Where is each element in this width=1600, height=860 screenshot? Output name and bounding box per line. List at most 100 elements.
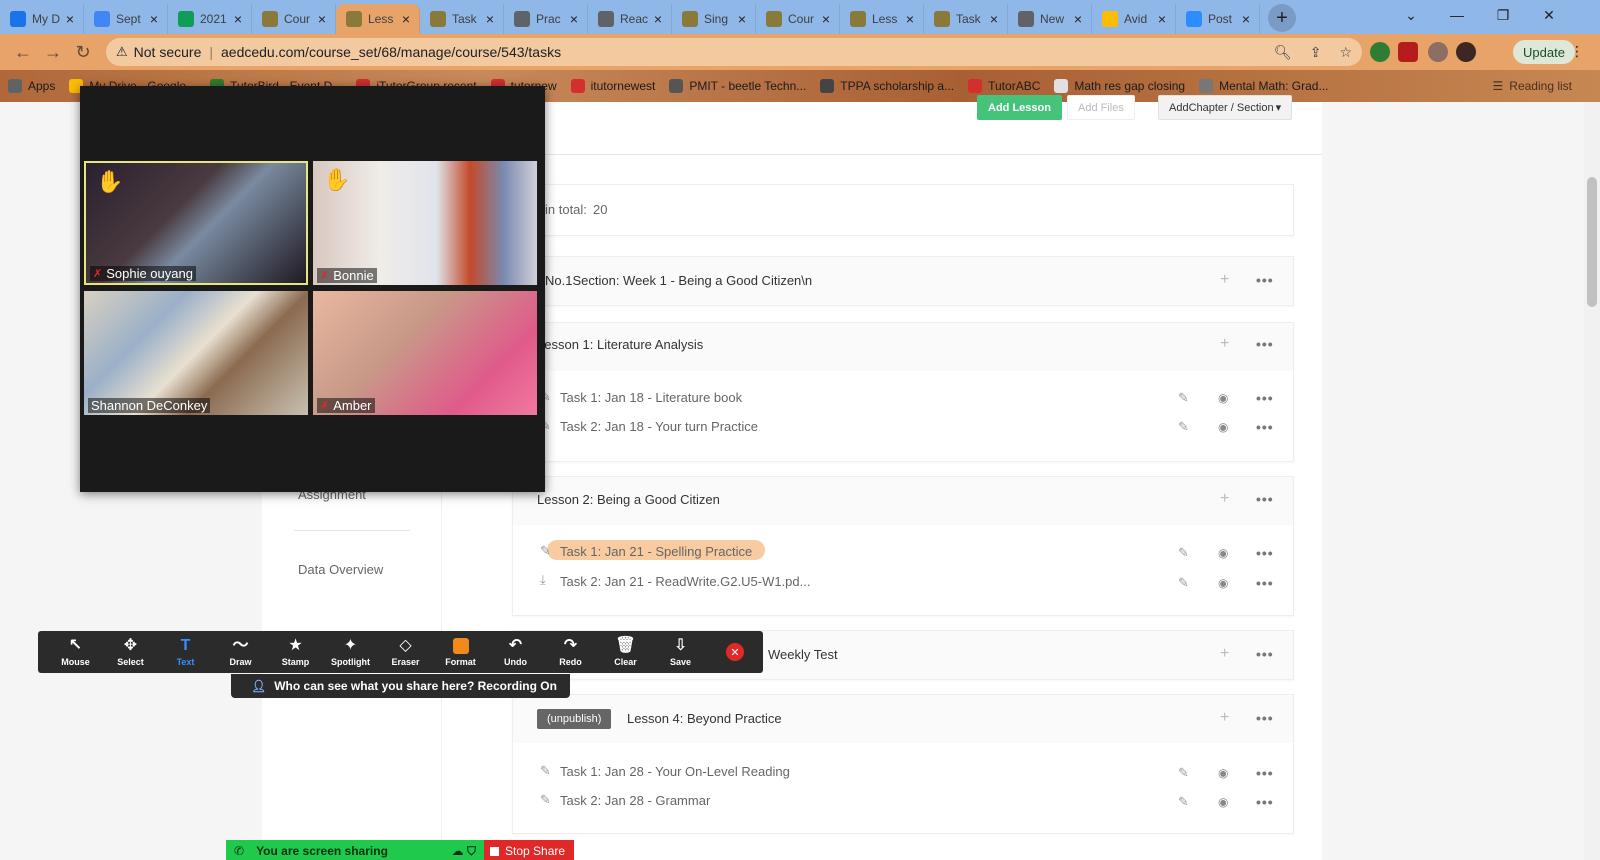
chrome-menu-icon[interactable]: ⋮ <box>1554 36 1600 66</box>
browser-tab[interactable]: My D × <box>0 4 84 34</box>
tab-close-icon[interactable]: × <box>399 11 413 27</box>
edit-icon[interactable]: ✎ <box>1178 794 1189 810</box>
close-annotation-icon[interactable]: ✕ <box>726 643 744 661</box>
lesson-add-icon[interactable]: + <box>1220 335 1229 353</box>
browser-tab[interactable]: Less × <box>336 4 420 34</box>
add-chapter-button[interactable]: AddChapter / Section ▾ <box>1158 95 1293 120</box>
edit-icon[interactable]: ✎ <box>1178 390 1189 406</box>
task-more-icon[interactable]: ••• <box>1256 575 1274 591</box>
minimize-icon[interactable]: — <box>1434 0 1480 30</box>
bookmark-item[interactable]: itutornewest <box>570 79 655 93</box>
annotate-tool-redo[interactable]: ↷ Redo <box>543 631 598 673</box>
browser-tab[interactable]: Prac × <box>504 4 588 34</box>
sidebar-item-data-overview[interactable]: Data Overview <box>298 562 383 577</box>
preview-eye-icon[interactable]: ◉ <box>1218 546 1228 560</box>
annotate-tool-save[interactable]: ⇩ Save <box>653 631 708 673</box>
task-more-icon[interactable]: ••• <box>1256 794 1274 810</box>
edit-icon[interactable]: ✎ <box>1178 419 1189 435</box>
screen-share-bar[interactable]: ✆ You are screen sharing ☁ ⛉ <box>226 840 484 860</box>
bookmark-item[interactable]: Math res gap closing <box>1054 79 1185 93</box>
browser-tab[interactable]: Reac × <box>588 4 672 34</box>
preview-eye-icon[interactable]: ◉ <box>1218 795 1228 809</box>
bookmark-item[interactable]: Mental Math: Grad... <box>1199 79 1329 93</box>
tab-close-icon[interactable]: × <box>483 11 497 27</box>
browser-tab[interactable]: Task × <box>924 4 1008 34</box>
video-tile-3[interactable]: Shannon DeConkey <box>84 291 308 415</box>
edit-icon[interactable]: ✎ <box>1178 765 1189 781</box>
task-title-1-1[interactable]: Task 1: Jan 18 - Literature book <box>560 390 742 405</box>
browser-tab[interactable]: Cour × <box>252 4 336 34</box>
scrollbar-thumb[interactable] <box>1587 177 1597 307</box>
tab-close-icon[interactable]: × <box>735 11 749 27</box>
annotate-tool-format[interactable]: Format <box>433 631 488 673</box>
close-window-icon[interactable]: ✕ <box>1526 0 1572 30</box>
browser-tab[interactable]: Sept × <box>84 4 168 34</box>
browser-tab[interactable]: Less × <box>840 4 924 34</box>
tab-close-icon[interactable]: × <box>147 11 161 27</box>
add-files-button[interactable]: Add Files <box>1067 95 1135 120</box>
tab-close-icon[interactable]: × <box>1155 11 1169 27</box>
bookmark-item[interactable]: Apps <box>8 79 55 93</box>
task-more-icon[interactable]: ••• <box>1256 419 1274 435</box>
tab-search-icon[interactable]: ⌄ <box>1388 0 1434 30</box>
extensions-puzzle-icon[interactable] <box>1428 42 1448 62</box>
tab-close-icon[interactable]: × <box>651 11 665 27</box>
lesson-more-icon[interactable]: ••• <box>1256 646 1274 662</box>
task-more-icon[interactable]: ••• <box>1256 765 1274 781</box>
reload-icon[interactable]: ↻ <box>68 37 98 67</box>
extension-green-icon[interactable] <box>1370 42 1390 62</box>
task-title-2-2[interactable]: Task 2: Jan 21 - ReadWrite.G2.U5-W1.pd..… <box>560 574 810 589</box>
lesson-add-icon[interactable]: + <box>1220 490 1229 508</box>
annotate-tool-select[interactable]: ✥ Select <box>103 631 158 673</box>
task-title-2-1[interactable]: Task 1: Jan 21 - Spelling Practice <box>560 544 752 559</box>
tab-close-icon[interactable]: × <box>819 11 833 27</box>
back-icon[interactable]: ← <box>8 37 38 67</box>
browser-tab[interactable]: New × <box>1008 4 1092 34</box>
tab-close-icon[interactable]: × <box>1071 11 1085 27</box>
edit-icon[interactable]: ✎ <box>1178 545 1189 561</box>
reading-list[interactable]: ☰ Reading list <box>1493 79 1572 93</box>
tab-close-icon[interactable]: × <box>987 11 1001 27</box>
tab-close-icon[interactable]: × <box>315 11 329 27</box>
tab-close-icon[interactable]: × <box>903 11 917 27</box>
task-title-4-2[interactable]: Task 2: Jan 28 - Grammar <box>560 793 710 808</box>
annotate-tool-draw[interactable]: 〜 Draw <box>213 631 268 673</box>
browser-tab[interactable]: Post × <box>1176 4 1260 34</box>
share-icon[interactable]: ⇪ <box>1310 44 1322 61</box>
annotate-tool-spotlight[interactable]: ✦ Spotlight <box>323 631 378 673</box>
add-lesson-button[interactable]: Add Lesson <box>977 95 1062 120</box>
bookmark-star-icon[interactable]: ☆ <box>1339 44 1352 61</box>
task-more-icon[interactable]: ••• <box>1256 390 1274 406</box>
browser-tab[interactable]: 2021 × <box>168 4 252 34</box>
lesson-more-icon[interactable]: ••• <box>1256 491 1274 507</box>
annotate-tool-clear[interactable]: 🗑︎ Clear <box>598 631 653 673</box>
restore-icon[interactable]: ❐ <box>1480 0 1526 30</box>
annotate-tool-stamp[interactable]: ★ Stamp <box>268 631 323 673</box>
preview-eye-icon[interactable]: ◉ <box>1218 576 1228 590</box>
preview-eye-icon[interactable]: ◉ <box>1218 766 1228 780</box>
section-more-icon[interactable]: ••• <box>1256 272 1274 288</box>
profile-avatar[interactable] <box>1456 42 1476 62</box>
new-tab-button[interactable]: + <box>1268 4 1296 32</box>
section-add-icon[interactable]: + <box>1220 271 1229 289</box>
lesson-more-icon[interactable]: ••• <box>1256 336 1274 352</box>
task-more-icon[interactable]: ••• <box>1256 545 1274 561</box>
preview-eye-icon[interactable]: ◉ <box>1218 391 1228 405</box>
video-tile-2[interactable]: ✋ ✗ Bonnie <box>313 161 537 285</box>
browser-tab[interactable]: Cour × <box>756 4 840 34</box>
browser-tab[interactable]: Sing × <box>672 4 756 34</box>
tab-close-icon[interactable]: × <box>1239 11 1253 27</box>
task-title-4-1[interactable]: Task 1: Jan 28 - Your On-Level Reading <box>560 764 790 779</box>
stop-share-button[interactable]: Stop Share <box>484 840 574 860</box>
preview-eye-icon[interactable]: ◉ <box>1218 420 1228 434</box>
zoom-video-panel[interactable]: ✋ ✗ Sophie ouyang ✋ ✗ Bonnie Shannon DeC… <box>80 86 545 492</box>
lesson-add-icon[interactable]: + <box>1220 645 1229 663</box>
tab-close-icon[interactable]: × <box>63 11 77 27</box>
annotate-tool-mouse[interactable]: ↖ Mouse <box>48 631 103 673</box>
video-tile-4[interactable]: ✗ Amber <box>313 291 537 415</box>
bookmark-item[interactable]: TutorABC <box>968 79 1040 93</box>
share-visibility-banner[interactable]: 👤︎ Who can see what you share here? Reco… <box>231 674 570 698</box>
bookmark-item[interactable]: PMIT - beetle Techn... <box>669 79 806 93</box>
forward-icon[interactable]: → <box>38 37 68 67</box>
bookmark-item[interactable]: TPPA scholarship a... <box>820 79 954 93</box>
